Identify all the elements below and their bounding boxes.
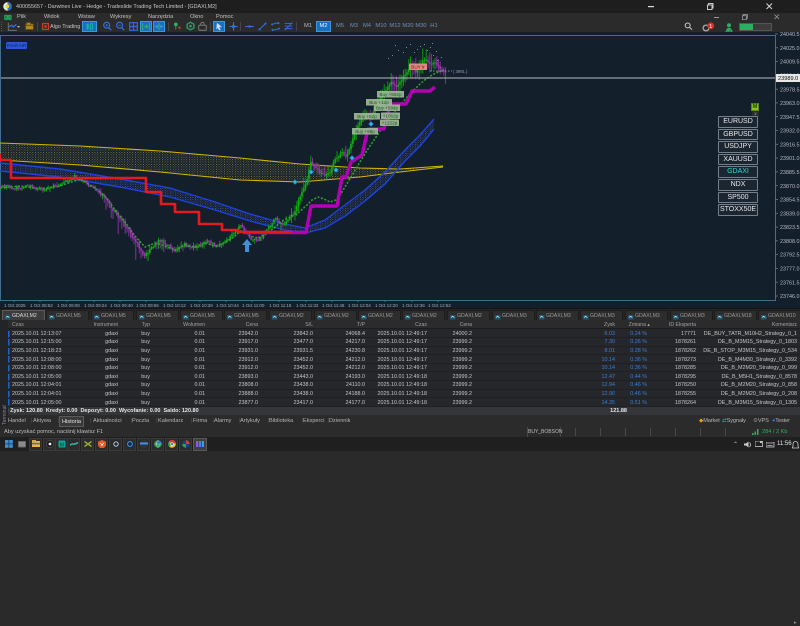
svg-text:24040.5: 24040.5 <box>780 32 800 38</box>
svg-text:Buy +98p: Buy +98p <box>355 129 375 134</box>
svg-text:23854.5: 23854.5 <box>780 198 800 204</box>
svg-text:23823.5: 23823.5 <box>780 225 800 231</box>
svg-text:Buy +12p: Buy +12p <box>369 100 389 105</box>
svg-text:23808.0: 23808.0 <box>780 239 800 245</box>
svg-text:23761.5: 23761.5 <box>780 280 800 286</box>
svg-text:23870.0: 23870.0 <box>780 184 800 190</box>
svg-text:23947.5: 23947.5 <box>780 115 800 121</box>
svg-text:23777.0: 23777.0 <box>780 267 800 273</box>
svg-text:23989.0: 23989.0 <box>778 76 798 82</box>
svg-text:1: 1 <box>709 24 712 30</box>
svg-text:M: M <box>60 442 65 448</box>
svg-text:23978.5: 23978.5 <box>780 87 800 93</box>
svg-text:23746.0: 23746.0 <box>780 294 800 300</box>
svg-text:Buy +552p: Buy +552p <box>379 92 402 97</box>
svg-text:23901.0: 23901.0 <box>780 156 800 162</box>
svg-text:24025.0: 24025.0 <box>780 46 800 52</box>
svg-text:24009.5: 24009.5 <box>780 60 800 66</box>
svg-text:Buy +52p: Buy +52p <box>357 114 377 119</box>
svg-text:23839.0: 23839.0 <box>780 211 800 217</box>
svg-text:Buy +584p: Buy +584p <box>376 106 399 111</box>
svg-text:( 3991.): ( 3991.) <box>453 69 468 74</box>
svg-text:23916.5: 23916.5 <box>780 142 800 148</box>
svg-text:+1062p: +1062p <box>383 114 399 119</box>
svg-text:23932.0: 23932.0 <box>780 129 800 135</box>
svg-text:BUY tr: BUY tr <box>411 65 425 70</box>
svg-text:23792.5: 23792.5 <box>780 253 800 259</box>
svg-text:+1222p: +1222p <box>382 121 398 126</box>
svg-text:23885.5: 23885.5 <box>780 170 800 176</box>
svg-text:23963.0: 23963.0 <box>780 101 800 107</box>
